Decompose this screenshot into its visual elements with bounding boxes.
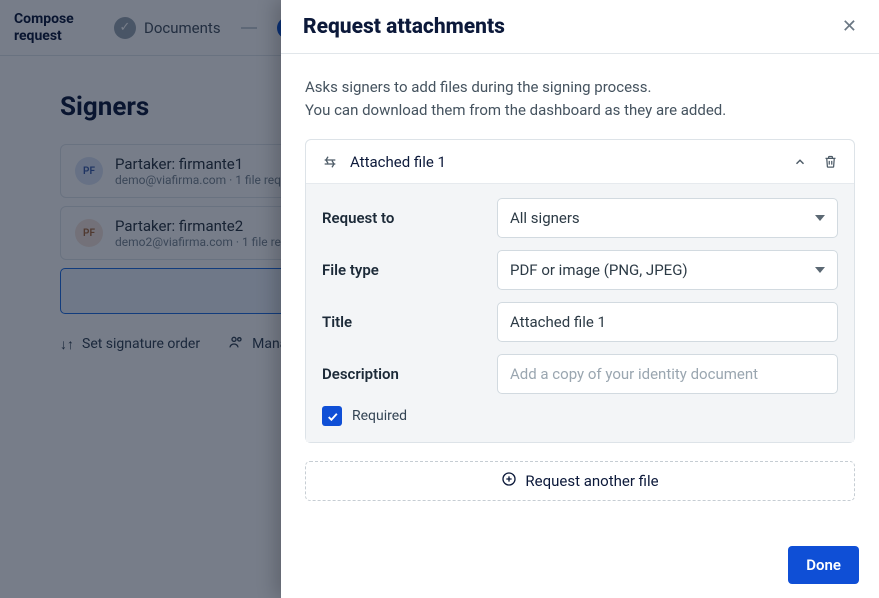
drawer-header: Request attachments ✕: [281, 0, 879, 54]
request-attachments-drawer: Request attachments ✕ Asks signers to ad…: [281, 0, 879, 598]
hint-line: You can download them from the dashboard…: [305, 99, 855, 122]
drawer-hint: Asks signers to add files during the sig…: [305, 76, 855, 121]
plus-circle-icon: [501, 471, 517, 491]
request-to-select[interactable]: All signers: [497, 198, 838, 238]
done-button[interactable]: Done: [788, 546, 859, 584]
file-card-header: Attached file 1: [306, 140, 854, 184]
file-type-label: File type: [322, 261, 497, 279]
drag-handle-icon[interactable]: [320, 152, 340, 172]
title-label: Title: [322, 313, 497, 331]
request-another-label: Request another file: [525, 472, 658, 490]
hint-line: Asks signers to add files during the sig…: [305, 76, 855, 99]
title-input-field[interactable]: [510, 303, 825, 341]
required-checkbox-row[interactable]: Required: [322, 406, 838, 426]
file-card-body: Request to All signers File type PDF or …: [306, 184, 854, 442]
required-label: Required: [352, 408, 407, 424]
drawer-body: Asks signers to add files during the sig…: [281, 54, 879, 598]
trash-icon[interactable]: [820, 152, 840, 172]
request-to-label: Request to: [322, 209, 497, 227]
description-label: Description: [322, 365, 497, 383]
file-title-label: Attached file 1: [350, 153, 446, 171]
chevron-down-icon: [815, 215, 825, 221]
select-value: All signers: [510, 209, 580, 227]
attached-file-card: Attached file 1 Request to All signers: [305, 139, 855, 443]
checkbox-checked-icon[interactable]: [322, 406, 342, 426]
title-input[interactable]: [497, 302, 838, 342]
description-input-field[interactable]: [510, 355, 825, 393]
drawer-footer: Done: [281, 532, 879, 598]
select-value: PDF or image (PNG, JPEG): [510, 261, 688, 279]
drawer-title: Request attachments: [303, 15, 505, 39]
chevron-down-icon: [815, 267, 825, 273]
request-another-file-button[interactable]: Request another file: [305, 461, 855, 501]
description-input[interactable]: [497, 354, 838, 394]
collapse-icon[interactable]: [790, 152, 810, 172]
close-icon[interactable]: ✕: [842, 16, 857, 37]
file-type-select[interactable]: PDF or image (PNG, JPEG): [497, 250, 838, 290]
